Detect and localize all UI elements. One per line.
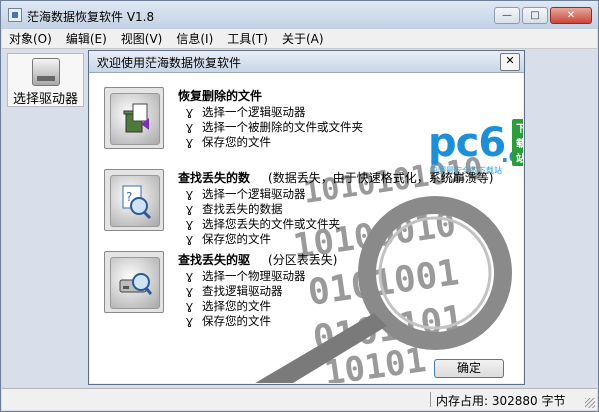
option-item: Ɣ 选择一个逻辑驱动器 — [186, 187, 306, 201]
option-item: Ɣ 选择一个物理驱动器 — [186, 269, 306, 283]
section-note: (数据丢失，由于快速格式化，系统崩溃等) — [268, 171, 494, 185]
step-arrow-icon: Ɣ — [186, 272, 193, 283]
option-item: Ɣ 选择您的文件 — [186, 299, 271, 313]
step-arrow-icon: Ɣ — [186, 205, 193, 216]
dialog-close-button[interactable]: ✕ — [500, 53, 520, 71]
logo-badge: 下载站 — [512, 119, 523, 166]
step-arrow-icon: Ɣ — [186, 317, 193, 328]
minimize-button[interactable]: — — [494, 7, 520, 24]
status-separator — [430, 392, 431, 407]
welcome-dialog: 欢迎使用茫海数据恢复软件 ✕ 1010101010 10100010 01010… — [88, 50, 525, 385]
title-bar[interactable]: 茫海数据恢复软件 V1.8 — □ ✕ — [1, 1, 598, 29]
memory-usage-status: 内存占用: 302880 字节 — [436, 394, 566, 408]
step-arrow-icon: Ɣ — [186, 220, 193, 231]
close-button[interactable]: ✕ — [550, 7, 592, 24]
menu-edit[interactable]: 编辑(E) — [59, 30, 114, 47]
status-bar: 内存占用: 302880 字节 — [2, 388, 597, 410]
section-title[interactable]: 查找丢失的驱 — [178, 253, 250, 267]
option-item: Ɣ 查找逻辑驱动器 — [186, 284, 283, 298]
menu-info[interactable]: 信息(I) — [169, 30, 220, 47]
window-controls: — □ ✕ — [494, 7, 592, 24]
option-item: Ɣ 选择一个被删除的文件或文件夹 — [186, 120, 363, 134]
select-drive-label: 选择驱动器 — [12, 92, 78, 107]
logo-brand: pc6 — [428, 120, 506, 166]
step-arrow-icon: Ɣ — [186, 302, 193, 313]
find-lost-drive-button[interactable] — [104, 251, 164, 313]
menu-object[interactable]: 对象(O) — [2, 30, 59, 47]
step-arrow-icon: Ɣ — [186, 190, 193, 201]
step-arrow-icon: Ɣ — [186, 138, 193, 149]
find-lost-data-button[interactable]: ? — [104, 169, 164, 231]
search-drive-icon — [119, 273, 153, 295]
dialog-title-bar[interactable]: 欢迎使用茫海数据恢复软件 ✕ — [89, 51, 524, 73]
option-item: Ɣ 查找丢失的数据 — [186, 202, 283, 216]
ok-button[interactable]: 确定 — [434, 359, 504, 378]
option-item: Ɣ 保存您的文件 — [186, 314, 271, 328]
select-drive-button[interactable]: 选择驱动器 — [7, 53, 84, 107]
option-item: Ɣ 选择您丢失的文件或文件夹 — [186, 217, 340, 231]
step-arrow-icon: Ɣ — [186, 123, 193, 134]
recycle-bin-icon — [123, 103, 149, 133]
step-arrow-icon: Ɣ — [186, 108, 193, 119]
dialog-title: 欢迎使用茫海数据恢复软件 — [97, 56, 242, 70]
maximize-button[interactable]: □ — [522, 7, 548, 24]
search-file-icon: ? — [122, 185, 152, 220]
hard-drive-icon — [31, 58, 60, 86]
menu-about[interactable]: 关于(A) — [275, 30, 331, 47]
resize-grip-icon[interactable] — [585, 398, 595, 408]
window-title: 茫海数据恢复软件 V1.8 — [27, 10, 155, 24]
menu-tools[interactable]: 工具(T) — [220, 30, 275, 47]
option-item: Ɣ 保存您的文件 — [186, 232, 271, 246]
step-arrow-icon: Ɣ — [186, 287, 193, 298]
section-title[interactable]: 恢复删除的文件 — [178, 87, 363, 104]
section-title[interactable]: 查找丢失的数 — [178, 171, 250, 185]
section-note: (分区表丢失) — [268, 253, 338, 267]
option-item: Ɣ 选择一个逻辑驱动器 — [186, 105, 306, 119]
menu-bar: 对象(O) 编辑(E) 视图(V) 信息(I) 工具(T) 关于(A) — [2, 29, 597, 49]
menu-view[interactable]: 视图(V) — [114, 30, 170, 47]
app-icon — [8, 8, 22, 22]
pc6-watermark-logo: pc6 .com 下载站 中国最安全的下载站 — [428, 119, 523, 175]
recover-deleted-button[interactable] — [104, 87, 164, 149]
option-item: Ɣ 保存您的文件 — [186, 135, 271, 149]
step-arrow-icon: Ɣ — [186, 235, 193, 246]
dialog-body: 1010101010 10100010 0101001 0101101 1010… — [90, 73, 523, 383]
